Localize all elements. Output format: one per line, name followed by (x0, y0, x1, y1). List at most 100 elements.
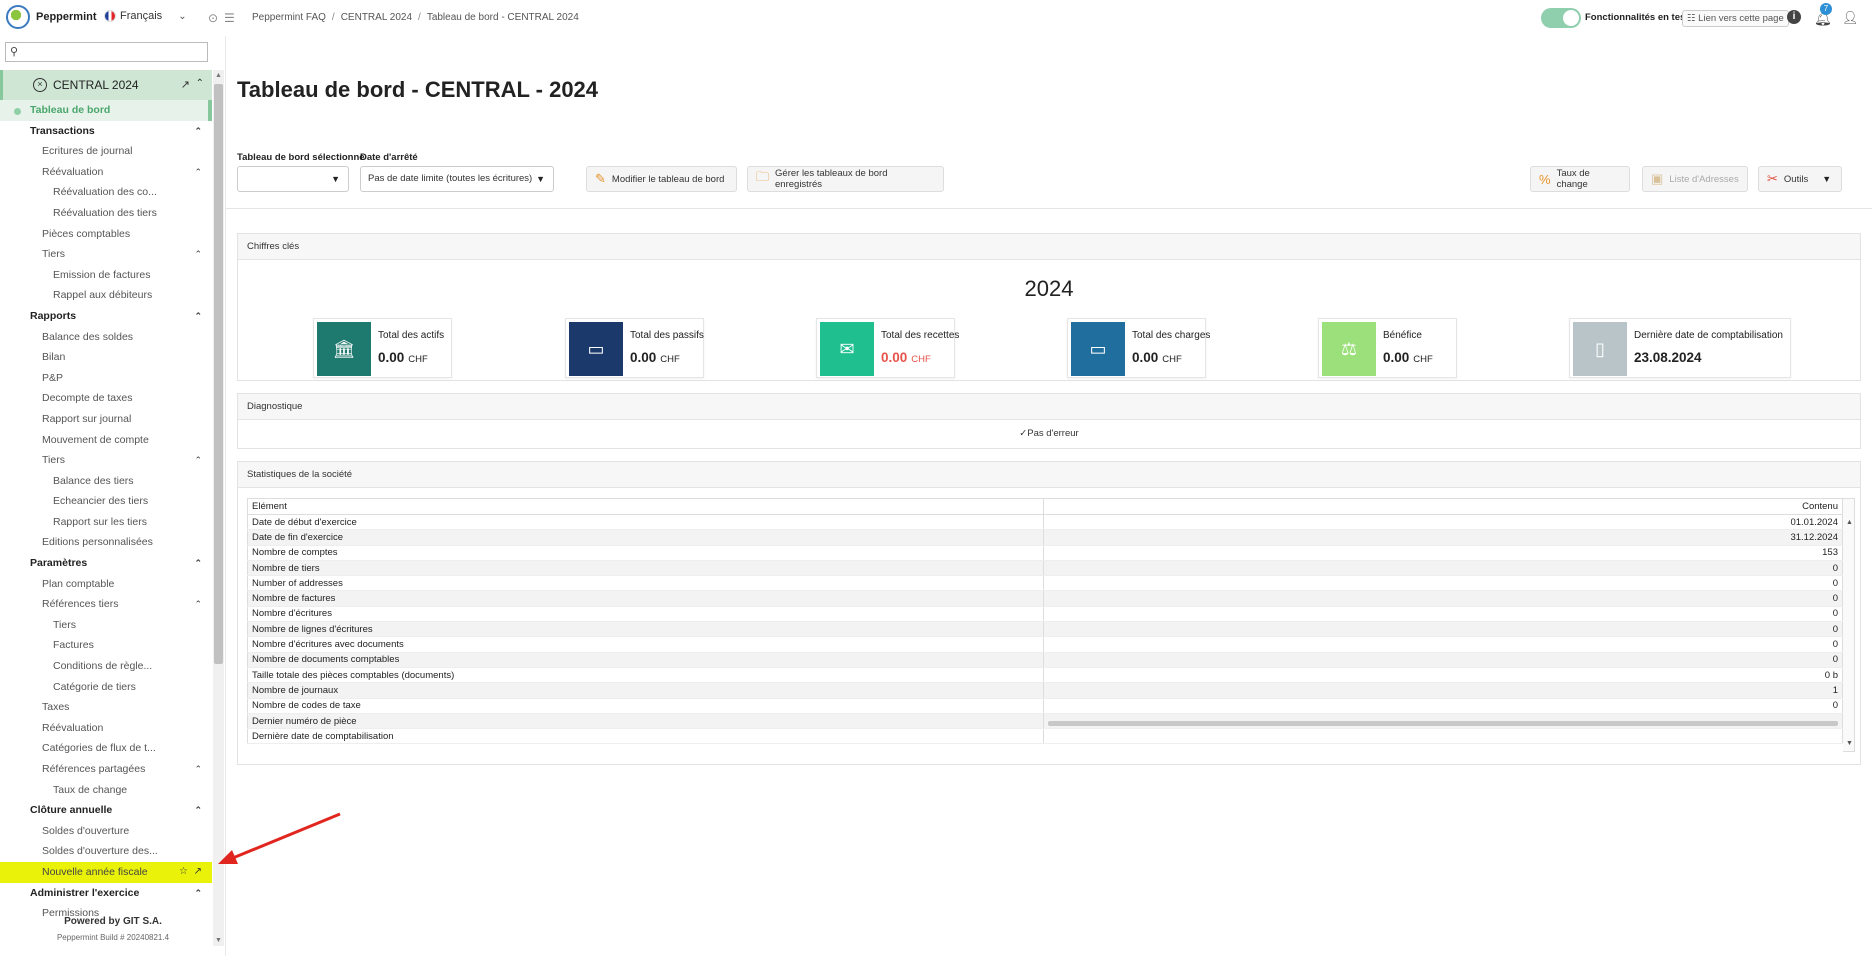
table-row[interactable]: Nombre d'écritures 0 (247, 606, 1843, 623)
sidebar-item[interactable]: Catégorie de tiers (0, 677, 212, 698)
table-row[interactable]: Nombre de documents comptables 0 (247, 652, 1843, 668)
table-row[interactable]: Nombre de codes de taxe 0 (247, 698, 1843, 714)
menu-icon[interactable]: ☰ (224, 11, 235, 25)
table-row[interactable]: Dernier numéro de pièce (247, 713, 1843, 730)
sidebar-item[interactable]: Plan comptable (0, 574, 212, 595)
chevron-up-icon[interactable]: ⌃ (194, 883, 202, 904)
external-link-icon[interactable]: ↗ (181, 78, 190, 91)
chevron-up-icon[interactable]: ⌃ (194, 553, 202, 574)
chevron-up-icon[interactable]: ⌃ (194, 306, 202, 327)
brand[interactable]: Peppermint (6, 5, 97, 29)
sidebar-item[interactable]: Rapport sur les tiers (0, 512, 212, 533)
sidebar-item[interactable]: Rapports ⌃ (0, 306, 212, 327)
sidebar-item[interactable]: Pièces comptables (0, 224, 212, 245)
language-selector[interactable]: Français ⌄ (104, 10, 187, 22)
sidebar-item[interactable]: Rappel aux débiteurs (0, 285, 212, 306)
sidebar-item[interactable]: Soldes d'ouverture des... (0, 841, 212, 862)
sidebar-item[interactable]: Emission de factures (0, 265, 212, 286)
sidebar-item[interactable]: Réévaluation (0, 718, 212, 739)
sidebar-item[interactable]: Paramètres ⌃ (0, 553, 212, 574)
sidebar-item[interactable]: Taxes (0, 697, 212, 718)
table-row[interactable]: Nombre de lignes d'écritures 0 (247, 621, 1843, 638)
chevron-up-icon[interactable]: ⌃ (194, 450, 202, 471)
address-list-button[interactable]: ▣ Liste d'Adresses (1642, 166, 1748, 192)
scroll-down-icon[interactable]: ▼ (1846, 740, 1853, 747)
test-features-toggle[interactable] (1541, 8, 1581, 28)
manage-dashboards-button[interactable]: 🗀︎ Gérer les tableaux de bord enregistré… (747, 166, 944, 192)
sidebar-item[interactable]: Administrer l'exercice ⌃ (0, 883, 212, 904)
sidebar-item[interactable]: Nouvelle année fiscale ☆ ↗ (0, 861, 212, 883)
scroll-up-icon[interactable]: ▲ (215, 72, 222, 79)
sidebar-item[interactable]: Decompte de taxes (0, 388, 212, 409)
table-row[interactable]: Number of addresses 0 (247, 575, 1843, 592)
table-row[interactable]: Nombre de tiers 0 (247, 560, 1843, 577)
page-link-button[interactable]: ☷ Lien vers cette page (1682, 10, 1789, 27)
chevron-up-icon[interactable]: ⌃ (194, 800, 202, 821)
user-icon[interactable]: 👤︎ (1842, 10, 1859, 26)
sidebar-item[interactable]: Tableau de bord (0, 100, 212, 121)
close-icon[interactable]: × (33, 78, 47, 92)
scrollbar-thumb[interactable] (214, 84, 223, 664)
scroll-up-icon[interactable]: ▲ (1846, 519, 1853, 526)
chevron-up-icon[interactable]: ⌃ (194, 594, 202, 615)
sidebar-item[interactable]: Ecritures de journal (0, 141, 212, 162)
sidebar-item[interactable]: Références partagées ⌃ (0, 759, 212, 780)
sidebar-item[interactable]: Transactions ⌃ (0, 121, 212, 142)
sidebar-item[interactable]: Balance des tiers (0, 471, 212, 492)
external-link-icon[interactable]: ↗ (194, 862, 202, 883)
sidebar-item[interactable]: Bilan (0, 347, 212, 368)
chevron-up-icon[interactable]: ⌃ (196, 78, 204, 89)
sidebar-item[interactable]: Soldes d'ouverture (0, 821, 212, 842)
info-icon[interactable]: i (1787, 10, 1801, 24)
caret-down-icon: ▼ (1822, 174, 1832, 184)
cutoff-date-select[interactable]: Pas de date limite (toutes les écritures… (360, 166, 554, 192)
sidebar-item[interactable]: Rapport sur journal (0, 409, 212, 430)
sidebar-item[interactable]: Echeancier des tiers (0, 491, 212, 512)
sidebar-item[interactable]: Références tiers ⌃ (0, 594, 212, 615)
table-row[interactable]: Nombre de journaux 1 (247, 682, 1843, 699)
table-row[interactable]: Nombre d'écritures avec documents 0 (247, 636, 1843, 653)
sidebar-item[interactable]: Réévaluation ⌃ (0, 162, 212, 183)
sidebar-item[interactable]: Taux de change (0, 780, 212, 801)
table-scrollbar[interactable]: ▲ ▼ (1843, 498, 1855, 752)
column-header-element[interactable]: Elément (247, 498, 1044, 515)
chevron-up-icon[interactable]: ⌃ (194, 121, 202, 142)
breadcrumb-item[interactable]: Peppermint FAQ (252, 12, 326, 23)
kpi-value: 0.00 (881, 350, 908, 365)
breadcrumb-item[interactable]: CENTRAL 2024 (341, 12, 412, 23)
star-icon[interactable]: ☆ (179, 862, 188, 883)
tools-button[interactable]: ✂ Outils ▼ (1758, 166, 1842, 192)
horizontal-scrollbar[interactable] (1048, 720, 1838, 726)
sidebar-item[interactable]: Editions personnalisées (0, 532, 212, 553)
sidebar-item-label: Administrer l'exercice (30, 886, 140, 899)
sidebar-item[interactable]: Tiers ⌃ (0, 244, 212, 265)
sidebar-item[interactable]: Conditions de règle... (0, 656, 212, 677)
table-row[interactable]: Date de début d'exercice 01.01.2024 (247, 514, 1843, 531)
sidebar-item[interactable]: Catégories de flux de t... (0, 738, 212, 759)
edit-dashboard-button[interactable]: ✎ Modifier le tableau de bord (586, 166, 737, 192)
sidebar-item[interactable]: Balance des soldes (0, 327, 212, 348)
table-row[interactable]: Dernière date de comptabilisation (247, 728, 1843, 745)
selected-dashboard-select[interactable]: ▼ (237, 166, 349, 192)
sidebar-item[interactable]: Factures (0, 635, 212, 656)
settings-circle-icon[interactable]: ⊙ (208, 11, 218, 25)
table-row[interactable]: Nombre de comptes 153 (247, 545, 1843, 561)
sidebar-item[interactable]: Clôture annuelle ⌃ (0, 800, 212, 821)
table-row[interactable]: Date de fin d'exercice 31.12.2024 (247, 529, 1843, 546)
company-header[interactable]: × CENTRAL 2024 ↗ ⌃ (0, 70, 212, 100)
stat-element: Nombre d'écritures avec documents (247, 636, 1044, 653)
column-header-content[interactable]: Contenu (1043, 498, 1843, 515)
sidebar-item[interactable]: Mouvement de compte (0, 430, 212, 451)
sidebar-item[interactable]: P&P (0, 368, 212, 389)
chevron-up-icon[interactable]: ⌃ (194, 759, 202, 780)
table-row[interactable]: Taille totale des pièces comptables (doc… (247, 667, 1843, 684)
table-row[interactable]: Nombre de factures 0 (247, 590, 1843, 607)
exchange-rates-button[interactable]: % Taux de change (1530, 166, 1630, 192)
sidebar-item[interactable]: Réévaluation des tiers (0, 203, 212, 224)
chevron-up-icon[interactable]: ⌃ (194, 162, 202, 183)
sidebar-item[interactable]: Tiers (0, 615, 212, 636)
sidebar-item[interactable]: Réévaluation des co... (0, 182, 212, 203)
sidebar-item[interactable]: Tiers ⌃ (0, 450, 212, 471)
chevron-up-icon[interactable]: ⌃ (194, 244, 202, 265)
sidebar-search-input[interactable]: ⚲ (5, 42, 208, 62)
